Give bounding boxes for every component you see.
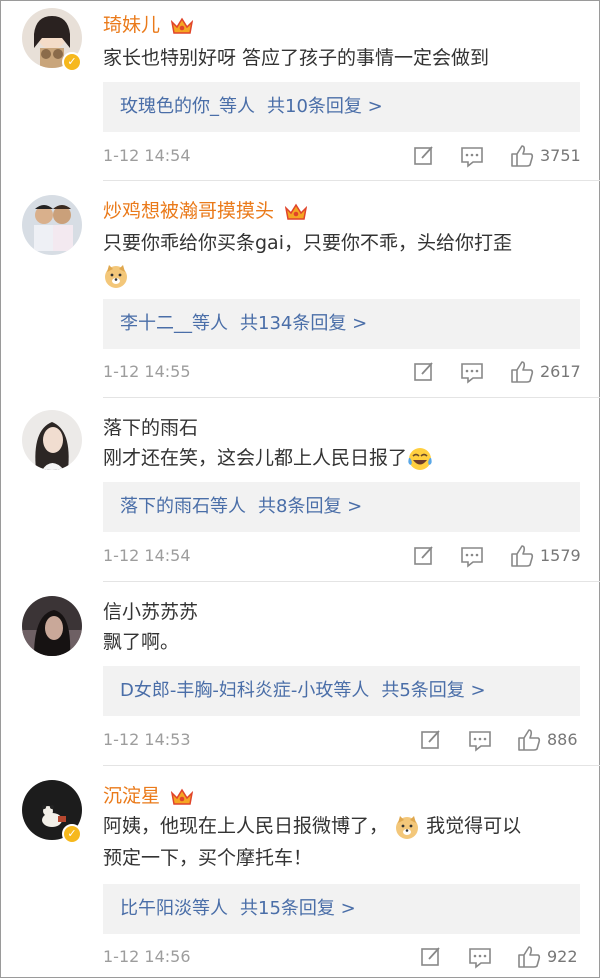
reply-summary[interactable]: 比午阳淡等人 共15条回复 >: [103, 884, 580, 934]
reply-summary[interactable]: 李十二__等人 共134条回复 >: [103, 299, 580, 349]
comment-meta: 1-12 14:54 1579: [103, 543, 581, 569]
username-text[interactable]: 炒鸡想被瀚哥摸摸头: [103, 200, 274, 222]
crown-icon: [171, 788, 194, 805]
comment-meta: 1-12 14:56 922: [103, 944, 580, 970]
reply-count[interactable]: 共134条回复 >: [240, 313, 367, 334]
thumbs-up-icon[interactable]: [510, 543, 534, 569]
thumbs-up-icon[interactable]: [517, 727, 541, 753]
thumbs-up-icon[interactable]: [510, 359, 534, 385]
avatar[interactable]: [22, 596, 82, 656]
reply-summary[interactable]: 落下的雨石等人 共8条回复 >: [103, 482, 580, 532]
edit-icon[interactable]: [413, 359, 435, 385]
like-count: 3751: [540, 146, 581, 165]
reply-count[interactable]: 共15条回复 >: [240, 898, 356, 919]
reply-users[interactable]: 比午阳淡等人: [120, 898, 228, 919]
comment-text: 刚才还在笑，这会儿都上人民日报了: [103, 442, 573, 474]
verified-badge-icon: ✓: [62, 52, 82, 72]
timestamp: 1-12 14:56: [103, 947, 191, 966]
comment-text: 家长也特别好呀 答应了孩子的事情一定会做到: [103, 47, 490, 69]
comment-icon[interactable]: [468, 944, 492, 970]
like-count: 1579: [540, 546, 581, 565]
comment-icon[interactable]: [468, 727, 492, 753]
avatar[interactable]: [22, 410, 82, 470]
comment-text-line: 刚才还在笑，这会儿都上人民日报了: [103, 447, 408, 469]
comment-text-line: 我觉得可以: [426, 815, 522, 837]
comment-icon[interactable]: [460, 143, 484, 169]
divider: [103, 765, 600, 766]
reply-users[interactable]: D女郎-丰胸-妇科炎症-小玫等人: [120, 680, 369, 701]
comment-meta: 1-12 14:53 886: [103, 727, 580, 753]
comment-icon[interactable]: [460, 359, 484, 385]
thumbs-up-icon[interactable]: [517, 944, 541, 970]
username[interactable]: 落下的雨石: [103, 413, 198, 440]
doge-emoji-icon: [396, 815, 419, 839]
username-text[interactable]: 沉淀星: [103, 785, 160, 807]
username[interactable]: 炒鸡想被瀚哥摸摸头: [103, 196, 308, 223]
avatar[interactable]: [22, 195, 82, 255]
thumbs-up-icon[interactable]: [510, 143, 534, 169]
laughing-tears-emoji-icon: [408, 447, 432, 470]
comment-text: 阿姨，他现在上人民日报微博了， 我觉得可以 预定一下，买个摩托车！: [103, 810, 573, 874]
comment-meta: 1-12 14:54 3751: [103, 143, 581, 169]
username[interactable]: 信小苏苏苏: [103, 597, 198, 624]
reply-count[interactable]: 共5条回复 >: [381, 680, 485, 701]
comment-text-line: 预定一下，买个摩托车！: [103, 847, 313, 869]
comment-text-line: 阿姨，他现在上人民日报微博了，: [103, 815, 389, 837]
username-text[interactable]: 信小苏苏苏: [103, 601, 198, 623]
crown-icon: [171, 17, 194, 34]
divider: [103, 581, 600, 582]
like-count: 922: [547, 947, 578, 966]
edit-icon[interactable]: [420, 944, 442, 970]
comment-text: 只要你乖给你买条gai，只要你不乖，头给你打歪: [103, 227, 573, 291]
crown-icon: [285, 203, 308, 220]
like-count: 2617: [540, 362, 581, 381]
edit-icon[interactable]: [413, 143, 435, 169]
username-text[interactable]: 琦妹儿: [103, 14, 160, 36]
timestamp: 1-12 14:54: [103, 146, 191, 165]
username[interactable]: 沉淀星: [103, 781, 194, 808]
reply-users[interactable]: 玫瑰色的你_等人: [120, 96, 255, 117]
comment-text: 飘了啊。: [103, 631, 180, 653]
comment-meta: 1-12 14:55 2617: [103, 359, 581, 385]
comment-text-line: 只要你乖给你买条gai，只要你不乖，头给你打歪: [103, 232, 512, 254]
username-text[interactable]: 落下的雨石: [103, 417, 198, 439]
reply-count[interactable]: 共8条回复 >: [258, 496, 362, 517]
timestamp: 1-12 14:54: [103, 546, 191, 565]
reply-summary[interactable]: 玫瑰色的你_等人 共10条回复 >: [103, 82, 580, 132]
divider: [103, 397, 600, 398]
timestamp: 1-12 14:53: [103, 730, 191, 749]
comment-icon[interactable]: [460, 543, 484, 569]
edit-icon[interactable]: [420, 727, 442, 753]
username[interactable]: 琦妹儿: [103, 10, 194, 37]
verified-badge-icon: ✓: [62, 824, 82, 844]
like-count: 886: [547, 730, 578, 749]
timestamp: 1-12 14:55: [103, 362, 191, 381]
divider: [103, 180, 600, 181]
doge-emoji-icon: [105, 264, 127, 288]
edit-icon[interactable]: [413, 543, 435, 569]
reply-users[interactable]: 落下的雨石等人: [120, 496, 246, 517]
reply-users[interactable]: 李十二__等人: [120, 313, 228, 334]
reply-count[interactable]: 共10条回复 >: [267, 96, 383, 117]
reply-summary[interactable]: D女郎-丰胸-妇科炎症-小玫等人 共5条回复 >: [103, 666, 580, 716]
